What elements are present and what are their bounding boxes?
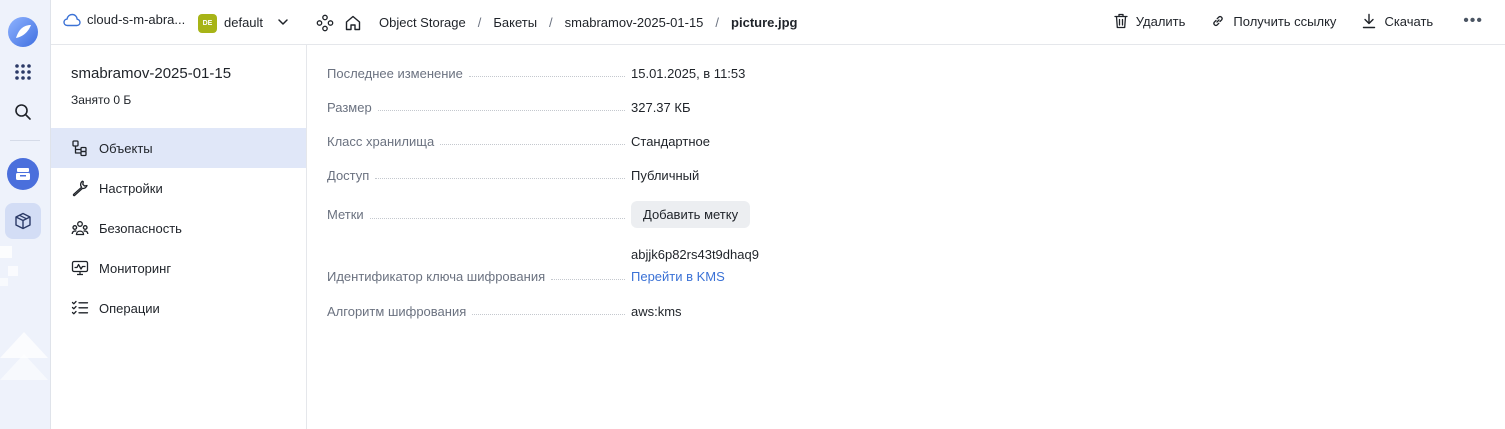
grid-icon: [15, 64, 31, 80]
property-value: Публичный: [631, 168, 700, 183]
object-properties: Последнее изменение 15.01.2025, в 11:53 …: [307, 45, 1505, 429]
get-link-button[interactable]: Получить ссылку: [1211, 14, 1336, 29]
property-last-modified: Последнее изменение 15.01.2025, в 11:53: [327, 66, 1327, 81]
breadcrumb-object-storage[interactable]: Object Storage: [379, 15, 466, 30]
property-label: Алгоритм шифрования: [327, 304, 467, 319]
leader-dots: [472, 313, 625, 315]
nav-item-label: Безопасность: [99, 220, 182, 236]
objects-icon: [71, 139, 89, 157]
nav-item-operations[interactable]: Операции: [51, 288, 306, 328]
nav-item-label: Настройки: [99, 180, 163, 196]
users-icon: [71, 219, 89, 237]
leader-dots: [468, 75, 625, 77]
app-rail: [0, 0, 51, 429]
cloud-icon: [63, 13, 81, 26]
property-size: Размер 327.37 КБ: [327, 100, 1327, 115]
breadcrumb-separator: /: [477, 15, 482, 30]
property-label: Идентификатор ключа шифрования: [327, 269, 546, 284]
cloud-name: cloud-s-m-abra...: [87, 12, 186, 27]
bucket-sidebar: smabramov-2025-01-15 Занято 0 Б Объекты …: [51, 45, 307, 429]
property-tags: Метки Добавить метку: [327, 201, 1327, 228]
property-encryption-algorithm: Алгоритм шифрования aws:kms: [327, 304, 1327, 319]
bucket-nav: Объекты Настройки Безопасность Мониторин…: [51, 128, 306, 328]
breadcrumb-separator: /: [549, 15, 553, 30]
home-icon[interactable]: [344, 14, 362, 32]
rail-decoration: [0, 246, 48, 380]
property-value: 327.37 КБ: [631, 100, 691, 115]
breadcrumb-bucket[interactable]: smabramov-2025-01-15: [565, 15, 704, 30]
trash-icon: [1114, 13, 1128, 29]
services-menu-button[interactable]: [5, 54, 41, 90]
breadcrumb-separator: /: [715, 15, 720, 30]
leader-dots: [551, 278, 625, 280]
download-icon: [1363, 13, 1376, 29]
bucket-usage: Занято 0 Б: [71, 93, 132, 107]
object-storage-button[interactable]: [5, 203, 41, 239]
nav-item-settings[interactable]: Настройки: [51, 168, 306, 208]
property-label: Метки: [327, 207, 364, 222]
nav-item-objects[interactable]: Объекты: [51, 128, 306, 168]
property-value: Стандартное: [631, 134, 710, 149]
property-label: Класс хранилища: [327, 134, 435, 149]
property-value: 15.01.2025, в 11:53: [631, 66, 746, 81]
property-encryption-key: Идентификатор ключа шифрования abjjk6p82…: [327, 247, 1327, 284]
logo-icon: [8, 17, 38, 47]
leader-dots: [369, 217, 625, 219]
delete-label: Удалить: [1135, 13, 1186, 29]
property-access: Доступ Публичный: [327, 168, 1327, 183]
yandex-cloud-logo[interactable]: [5, 14, 41, 50]
bucket-title: smabramov-2025-01-15: [71, 65, 232, 82]
property-label: Последнее изменение: [327, 66, 463, 81]
get-link-label: Получить ссылку: [1233, 13, 1337, 29]
cloud-selector[interactable]: cloud-s-m-abra...: [63, 12, 185, 27]
more-actions-button[interactable]: •••: [1463, 13, 1483, 29]
nav-item-label: Объекты: [99, 140, 153, 156]
object-actions: Удалить Получить ссылку Скачать •••: [1088, 13, 1483, 29]
nav-item-security[interactable]: Безопасность: [51, 208, 306, 248]
breadcrumb: Object Storage / Бакеты / smabramov-2025…: [379, 15, 797, 30]
chevron-down-icon[interactable]: [276, 15, 290, 29]
add-tag-button[interactable]: Добавить метку: [631, 201, 751, 228]
nav-item-label: Мониторинг: [99, 260, 172, 276]
global-search-button[interactable]: [5, 94, 41, 130]
link-icon: [1213, 15, 1224, 27]
breadcrumb-buckets[interactable]: Бакеты: [493, 15, 537, 30]
leader-dots: [440, 143, 625, 145]
property-label: Размер: [327, 100, 372, 115]
list-check-icon: [71, 299, 89, 317]
rail-divider: [10, 140, 40, 141]
encryption-key-id: abjjk6p82rs43t9dhaq9: [631, 247, 759, 262]
property-label: Доступ: [327, 168, 370, 183]
property-storage-class: Класс хранилища Стандартное: [327, 134, 1327, 149]
storage-service-button[interactable]: [5, 156, 41, 192]
nodes-icon[interactable]: [316, 14, 334, 32]
cube-icon: [15, 212, 31, 230]
folder-avatar: DE: [198, 14, 217, 33]
go-to-kms-link[interactable]: Перейти в KMS: [631, 269, 759, 284]
download-label: Скачать: [1384, 13, 1434, 29]
search-icon: [15, 104, 31, 120]
folder-selector[interactable]: default: [224, 15, 263, 30]
leader-dots: [377, 109, 625, 111]
property-value: aws:kms: [631, 304, 682, 319]
leader-dots: [375, 177, 625, 179]
nav-item-label: Операции: [99, 300, 160, 316]
delete-button[interactable]: Удалить: [1114, 13, 1186, 29]
wrench-icon: [71, 179, 89, 197]
top-header: cloud-s-m-abra... DE default Object Stor…: [51, 0, 1505, 45]
download-button[interactable]: Скачать: [1362, 13, 1433, 29]
breadcrumb-current-object: picture.jpg: [731, 15, 798, 30]
nav-item-monitoring[interactable]: Мониторинг: [51, 248, 306, 288]
monitor-icon: [71, 259, 89, 277]
storage-service-icon: [7, 158, 39, 190]
